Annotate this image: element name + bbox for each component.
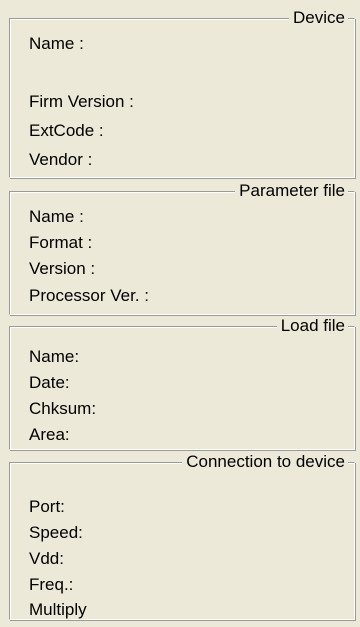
parameter-version-label: Version : [29,259,96,278]
load-name-label: Name: [29,347,80,366]
device-firm-version-label: Firm Version : [29,92,134,111]
device-group-title: Device [289,8,348,28]
load-date-label: Date: [29,373,70,392]
connection-multiply-label: Multiply [29,600,87,619]
device-extcode-label: ExtCode : [29,121,104,140]
connection-freq-label: Freq.: [29,575,74,594]
connection-speed-label: Speed: [29,523,83,542]
load-area-label: Area: [29,425,70,444]
connection-group-title: Connection to device [182,452,348,472]
connection-port-label: Port: [29,497,65,516]
parameter-name-label: Name : [29,207,84,226]
load-file-group-title: Load file [276,316,348,336]
parameter-file-group-title: Parameter file [235,181,348,201]
parameter-processor-ver-label: Processor Ver. : [29,286,149,305]
parameter-format-label: Format : [29,233,93,252]
device-name-label: Name : [29,34,84,53]
load-chksum-label: Chksum: [29,399,97,418]
device-vendor-label: Vendor : [29,150,93,169]
connection-vdd-label: Vdd: [29,549,64,568]
